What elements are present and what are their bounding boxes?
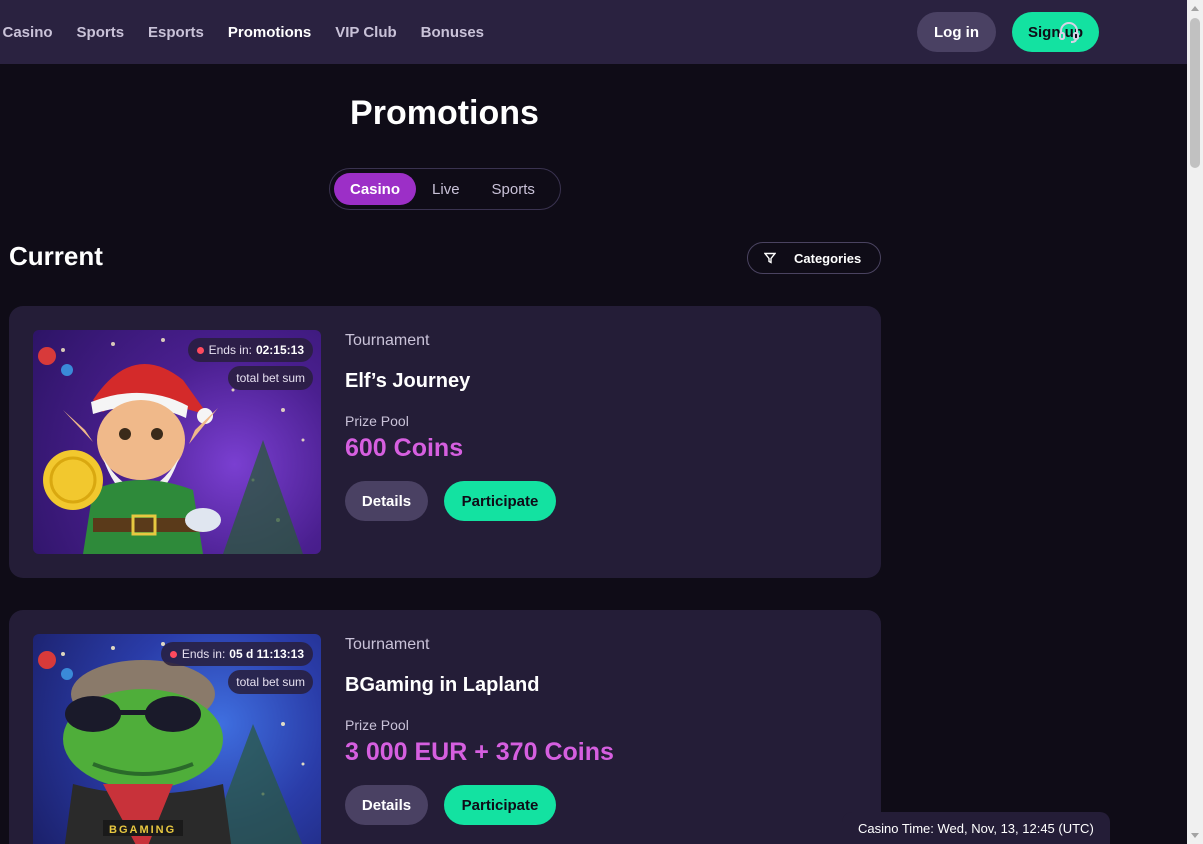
live-dot-icon: [196, 346, 204, 354]
main-nav: e Casino Sports Esports Promotions VIP C…: [0, 24, 508, 41]
headset-icon[interactable]: [1058, 21, 1080, 43]
prize-pool-label: Prize Pool: [345, 413, 409, 429]
promo-image-elf[interactable]: Ends in: 02:15:13 total bet sum: [33, 330, 321, 554]
page-scrollbar[interactable]: [1187, 0, 1203, 844]
promo-type: Tournament: [345, 636, 430, 653]
section-title-current: Current: [9, 241, 103, 271]
tab-live[interactable]: Live: [416, 173, 476, 205]
promo-name: Elf’s Journey: [345, 370, 471, 392]
signup-button[interactable]: Sign up: [1012, 12, 1099, 52]
elf-illustration: [38, 338, 305, 554]
promo-type: Tournament: [345, 332, 430, 349]
login-button[interactable]: Log in: [917, 12, 996, 52]
participate-button[interactable]: Participate: [444, 481, 556, 521]
details-button[interactable]: Details: [345, 785, 428, 825]
bet-type-badge: total bet sum: [228, 670, 313, 694]
countdown-timer: Ends in: 05 d 11:13:13: [160, 642, 313, 666]
categories-label: Categories: [794, 250, 862, 266]
live-dot-icon: [169, 650, 177, 658]
tab-sports[interactable]: Sports: [476, 173, 551, 205]
bet-type-badge: total bet sum: [228, 366, 313, 390]
tab-casino[interactable]: Casino: [334, 173, 417, 205]
nav-link-esports[interactable]: Esports: [148, 24, 204, 41]
nav-link-sports[interactable]: Sports: [77, 24, 125, 41]
promo-name: BGaming in Lapland: [345, 674, 540, 696]
promo-image-frog[interactable]: BGAMING Ends in: 05 d 11:13:13 total bet…: [33, 634, 321, 844]
ends-label: Ends in:: [181, 647, 226, 661]
details-button[interactable]: Details: [345, 481, 428, 521]
nav-link-casino[interactable]: e Casino: [0, 24, 53, 41]
categories-button[interactable]: Categories: [747, 242, 881, 274]
filter-icon: [764, 252, 776, 264]
nav-link-vip-club[interactable]: VIP Club: [335, 24, 396, 41]
nav-link-promotions[interactable]: Promotions: [228, 24, 311, 41]
prize-pool-value: 600 Coins: [345, 434, 464, 462]
prize-pool-label: Prize Pool: [345, 717, 409, 733]
casino-time: Casino Time: Wed, Nov, 13, 12:45 (UTC): [842, 812, 1110, 844]
scroll-up-icon[interactable]: [1191, 6, 1199, 11]
ends-label: Ends in:: [208, 343, 252, 357]
countdown-timer: Ends in: 02:15:13: [187, 338, 313, 362]
nav-link-bonuses[interactable]: Bonuses: [421, 24, 484, 41]
promo-card: BGAMING Ends in: 05 d 11:13:13 total bet…: [9, 610, 881, 844]
page-title: Promotions: [350, 94, 539, 132]
scroll-down-icon[interactable]: [1191, 833, 1199, 838]
scrollbar-thumb[interactable]: [1190, 18, 1200, 168]
promo-card: Ends in: 02:15:13 total bet sum Tourname…: [9, 306, 881, 578]
ends-value: 02:15:13: [255, 343, 304, 357]
ends-value: 05 d 11:13:13: [229, 647, 304, 661]
participate-button[interactable]: Participate: [444, 785, 556, 825]
promo-tabs: Casino Live Sports: [329, 168, 561, 210]
prize-pool-value: 3 000 EUR + 370 Coins: [345, 738, 614, 766]
bgaming-logo-text: BGAMING: [109, 824, 176, 836]
